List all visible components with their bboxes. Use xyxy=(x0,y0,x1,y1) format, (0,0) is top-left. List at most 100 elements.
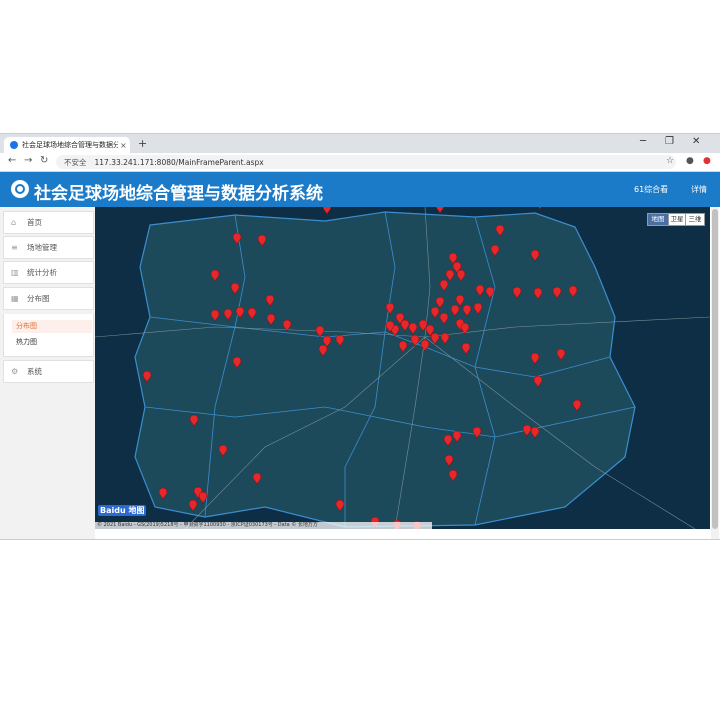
map-marker[interactable] xyxy=(282,319,292,333)
map-marker[interactable] xyxy=(460,322,470,336)
extension-icon[interactable]: ● xyxy=(703,156,711,166)
map-type-map[interactable]: 地图 xyxy=(647,213,669,226)
map-marker[interactable] xyxy=(247,307,257,321)
app-title: 社会足球场地综合管理与数据分析系统 xyxy=(34,184,323,204)
map-marker[interactable] xyxy=(522,424,532,438)
reload-icon[interactable]: ↻ xyxy=(40,155,48,166)
map-marker[interactable] xyxy=(533,287,543,301)
sidebar-item-stats[interactable]: ▥ 统计分析 xyxy=(3,261,94,284)
map-marker[interactable] xyxy=(408,322,418,336)
map-marker[interactable] xyxy=(266,313,276,327)
sidebar-item-home[interactable]: ⌂ 首页 xyxy=(3,211,94,234)
map-marker[interactable] xyxy=(420,339,430,353)
header-detail-link[interactable]: 详情 xyxy=(691,184,707,195)
map-marker[interactable] xyxy=(461,342,471,356)
map-marker[interactable] xyxy=(448,469,458,483)
sidebar-item-settings[interactable]: ⚙ 系统 xyxy=(3,360,94,383)
sidebar-item-venue[interactable]: ≡ 场地管理 xyxy=(3,236,94,259)
security-label[interactable]: 不安全 xyxy=(64,157,87,168)
map-marker[interactable] xyxy=(418,319,428,333)
map-marker[interactable] xyxy=(485,286,495,300)
map-marker[interactable] xyxy=(210,269,220,283)
map-marker[interactable] xyxy=(318,344,328,358)
sidebar-item-distribution[interactable]: ▦ 分布图 xyxy=(3,287,94,310)
map-marker[interactable] xyxy=(218,444,228,458)
map-marker[interactable] xyxy=(445,269,455,283)
back-icon[interactable]: ← xyxy=(8,155,16,166)
map-marker[interactable] xyxy=(536,207,544,211)
map-marker[interactable] xyxy=(235,306,245,320)
window-close-icon[interactable]: ✕ xyxy=(692,136,700,147)
map-marker[interactable] xyxy=(223,308,233,322)
maximize-icon[interactable]: ❐ xyxy=(665,136,674,147)
map-marker[interactable] xyxy=(572,399,582,413)
map-marker[interactable] xyxy=(257,234,267,248)
favicon-icon xyxy=(10,141,18,149)
map-marker[interactable] xyxy=(198,491,208,505)
map-marker[interactable] xyxy=(462,304,472,318)
map-marker[interactable] xyxy=(490,244,500,258)
map-marker[interactable] xyxy=(252,472,262,486)
header-badge[interactable]: 61综合看 xyxy=(634,184,668,195)
map-marker[interactable] xyxy=(265,294,275,308)
map-marker[interactable] xyxy=(452,430,462,444)
minimize-icon[interactable]: ─ xyxy=(640,136,646,147)
map-marker[interactable] xyxy=(456,269,466,283)
map-marker[interactable] xyxy=(232,232,242,246)
distribution-submenu: 分布图 热力图 xyxy=(3,314,94,357)
subitem-distribution-map[interactable]: 分布图 xyxy=(12,320,92,333)
map-marker[interactable] xyxy=(435,207,445,215)
scrollbar[interactable] xyxy=(711,207,719,539)
map-marker[interactable] xyxy=(322,207,332,216)
map-marker[interactable] xyxy=(315,325,325,339)
map-marker[interactable] xyxy=(439,312,449,326)
map-marker[interactable] xyxy=(530,352,540,366)
map-marker[interactable] xyxy=(430,306,440,320)
home-icon: ⌂ xyxy=(11,218,17,227)
map-marker[interactable] xyxy=(455,294,465,308)
forward-icon[interactable]: → xyxy=(24,155,32,166)
url-field[interactable]: 不安全 117.33.241.171:8080/MainFrameParent.… xyxy=(56,155,676,169)
map-marker[interactable] xyxy=(530,426,540,440)
map-marker[interactable] xyxy=(444,454,454,468)
browser-tab[interactable]: 社会足球场地综合管理与数据分析系统 × xyxy=(4,137,130,153)
map-marker[interactable] xyxy=(473,302,483,316)
map-marker[interactable] xyxy=(398,340,408,354)
map-marker[interactable] xyxy=(530,249,540,263)
map-marker[interactable] xyxy=(400,319,410,333)
map-marker[interactable] xyxy=(475,284,485,298)
map-marker[interactable] xyxy=(435,296,445,310)
map-marker[interactable] xyxy=(230,282,240,296)
map-marker[interactable] xyxy=(335,334,345,348)
map-type-3d[interactable]: 三维 xyxy=(685,213,705,226)
map-marker[interactable] xyxy=(210,309,220,323)
profile-icon[interactable]: ● xyxy=(686,156,694,166)
map-marker[interactable] xyxy=(430,332,440,346)
map-type-satellite[interactable]: 卫星 xyxy=(668,213,686,226)
map-marker[interactable] xyxy=(552,286,562,300)
map-marker[interactable] xyxy=(450,304,460,318)
map-marker[interactable] xyxy=(568,285,578,299)
map-marker[interactable] xyxy=(158,487,168,501)
map-marker[interactable] xyxy=(385,302,395,316)
map-marker[interactable] xyxy=(439,279,449,293)
map-marker[interactable] xyxy=(189,414,199,428)
bookmark-star-icon[interactable]: ☆ xyxy=(666,156,674,166)
new-tab-icon[interactable]: + xyxy=(138,137,147,150)
map-marker[interactable] xyxy=(533,375,543,389)
subitem-heat-map[interactable]: 热力图 xyxy=(12,336,92,349)
map-marker[interactable] xyxy=(472,426,482,440)
map-marker[interactable] xyxy=(495,224,505,238)
map-view[interactable]: 地图 卫星 三维 Baidu 地图 © 2021 Baidu - GS(2019… xyxy=(95,207,710,529)
map-marker[interactable] xyxy=(410,334,420,348)
map-marker[interactable] xyxy=(443,434,453,448)
map-marker[interactable] xyxy=(556,348,566,362)
map-marker[interactable] xyxy=(232,356,242,370)
map-marker[interactable] xyxy=(512,286,522,300)
map-marker[interactable] xyxy=(188,499,198,513)
map-marker[interactable] xyxy=(335,499,345,513)
map-marker[interactable] xyxy=(440,332,450,346)
scrollbar-thumb[interactable] xyxy=(712,209,718,529)
tab-close-icon[interactable]: × xyxy=(120,141,127,150)
map-marker[interactable] xyxy=(142,370,152,384)
